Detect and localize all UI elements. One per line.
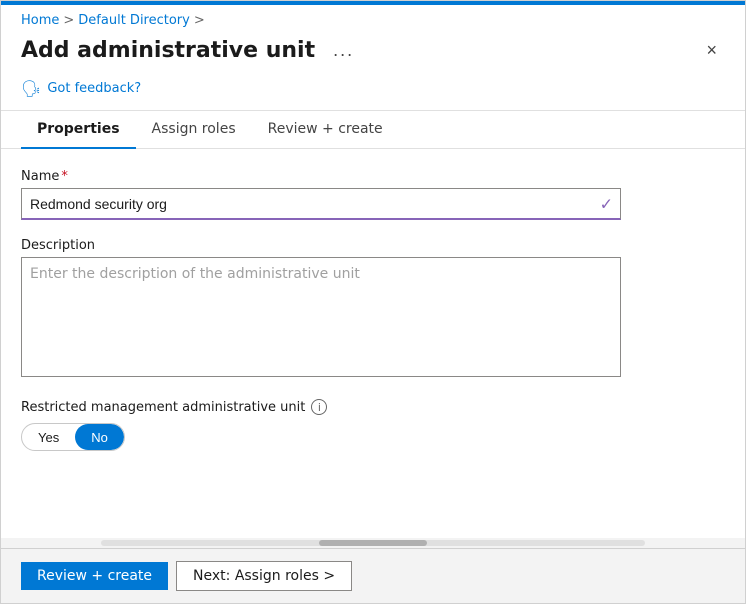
restricted-field-group: Restricted management administrative uni…: [21, 399, 725, 451]
close-button[interactable]: ×: [698, 36, 725, 65]
header-row: Add administrative unit ... ×: [1, 32, 745, 73]
required-star: *: [61, 169, 68, 184]
page-title: Add administrative unit: [21, 38, 315, 63]
scrollbar-area: [1, 538, 745, 548]
modal-container: Home > Default Directory > Add administr…: [0, 0, 746, 604]
restricted-label: Restricted management administrative uni…: [21, 399, 725, 415]
description-label: Description: [21, 238, 725, 253]
feedback-label[interactable]: Got feedback?: [47, 81, 141, 96]
tab-review-create[interactable]: Review + create: [252, 111, 399, 149]
name-input[interactable]: [21, 188, 621, 220]
toggle-group: Yes No: [21, 423, 125, 451]
tab-assign-roles[interactable]: Assign roles: [136, 111, 252, 149]
footer: Review + create Next: Assign roles >: [1, 548, 745, 603]
name-field-group: Name* ✓: [21, 169, 725, 220]
ellipsis-button[interactable]: ...: [327, 38, 360, 63]
name-input-wrapper: ✓: [21, 188, 621, 220]
breadcrumb-home[interactable]: Home: [21, 13, 59, 28]
toggle-no-button[interactable]: No: [75, 424, 124, 450]
header-left: Add administrative unit ...: [21, 38, 360, 63]
toggle-yes-button[interactable]: Yes: [22, 424, 75, 450]
scrollbar-track: [101, 540, 645, 546]
tabs-row: Properties Assign roles Review + create: [1, 111, 745, 149]
breadcrumb-sep2: >: [194, 13, 205, 28]
feedback-row: 🗣 Got feedback?: [1, 73, 745, 111]
scrollbar-thumb[interactable]: [319, 540, 428, 546]
breadcrumb: Home > Default Directory >: [1, 5, 745, 32]
next-assign-roles-button[interactable]: Next: Assign roles >: [176, 561, 352, 591]
breadcrumb-sep1: >: [63, 13, 74, 28]
check-icon: ✓: [600, 195, 613, 214]
feedback-icon: 🗣: [21, 79, 41, 98]
description-field-group: Description: [21, 238, 725, 381]
breadcrumb-directory[interactable]: Default Directory: [78, 13, 190, 28]
tab-properties[interactable]: Properties: [21, 111, 136, 149]
info-icon[interactable]: i: [311, 399, 327, 415]
content-area: Name* ✓ Description Restricted managemen…: [1, 149, 745, 538]
description-textarea[interactable]: [21, 257, 621, 377]
description-textarea-wrapper: [21, 257, 621, 381]
name-label: Name*: [21, 169, 725, 184]
review-create-button[interactable]: Review + create: [21, 562, 168, 590]
